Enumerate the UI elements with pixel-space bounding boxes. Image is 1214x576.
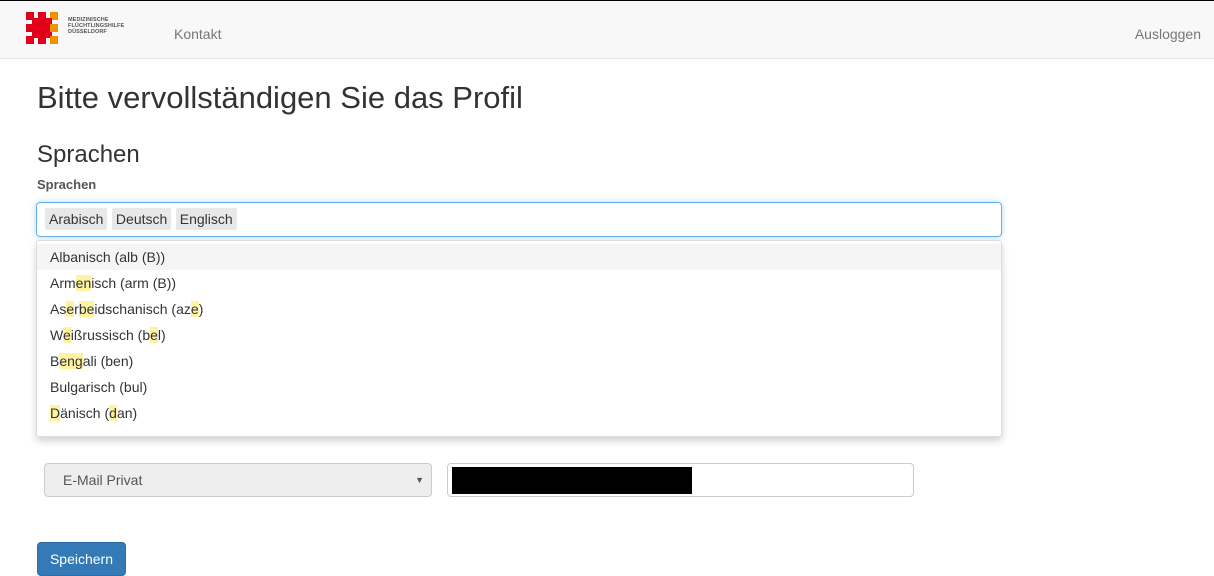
language-option[interactable]: Weißrussisch (bel) (37, 322, 1001, 348)
page-title: Bitte vervollständigen Sie das Profil (37, 80, 523, 115)
logout-link[interactable]: Ausloggen (1135, 26, 1201, 42)
match-highlight: e (190, 301, 199, 317)
match-highlight: e (62, 327, 71, 343)
nav-link-kontakt[interactable]: Kontakt (174, 26, 221, 42)
option-text: änisch ( (60, 405, 110, 421)
match-highlight: be (78, 301, 95, 317)
option-text: As (50, 301, 67, 317)
language-option[interactable]: Aserbeidschanisch (aze) (37, 296, 1001, 322)
save-button[interactable]: Speichern (37, 542, 126, 576)
option-text: isch (arm (B)) (91, 275, 177, 291)
organization-logo[interactable]: MEDIZINISCHE FLÜCHTLINGSHILFE DÜSSELDORF (26, 12, 136, 44)
language-option[interactable]: Albanisch (alb (B)) (37, 244, 1001, 270)
cross-logo-icon (26, 12, 58, 44)
option-text: ) (198, 301, 204, 317)
languages-field-label: Sprachen (37, 177, 97, 192)
language-tag[interactable]: Deutsch (111, 208, 172, 230)
language-option[interactable]: Dänisch (dan) (37, 400, 1001, 426)
logo-line: DÜSSELDORF (68, 29, 107, 35)
language-option[interactable]: Bengali (ben) (37, 348, 1001, 374)
section-title-sprachen: Sprachen (37, 141, 140, 168)
contact-value-input[interactable] (447, 463, 914, 497)
contact-type-select[interactable]: E-Mail Privat ▼ (44, 463, 432, 497)
option-text: W (50, 327, 63, 343)
option-text: ißrussisch (b (70, 327, 151, 343)
option-text: Albanisch (alb (B)) (50, 249, 166, 265)
chevron-down-icon: ▼ (415, 475, 424, 485)
languages-tag-input[interactable]: Arabisch Deutsch Englisch (36, 202, 1002, 237)
option-text: an) (116, 405, 138, 421)
language-tag[interactable]: Arabisch (45, 208, 108, 230)
navbar: MEDIZINISCHE FLÜCHTLINGSHILFE DÜSSELDORF… (0, 0, 1214, 59)
option-text: Arm (50, 275, 76, 291)
language-option[interactable]: Bulgarisch (bul) (37, 374, 1001, 400)
match-highlight: D (50, 405, 61, 421)
option-text: ali (ben) (82, 353, 134, 369)
option-text: l) (157, 327, 166, 343)
option-text: B (50, 353, 60, 369)
match-highlight: d (109, 405, 117, 421)
match-highlight: en (75, 275, 92, 291)
languages-dropdown: Albanisch (alb (B)) Armenisch (arm (B)) As… (36, 240, 1002, 437)
language-tag[interactable]: Englisch (175, 208, 237, 230)
match-highlight: e (66, 301, 75, 317)
contact-type-value: E-Mail Privat (63, 472, 143, 488)
language-option[interactable]: Armenisch (arm (B)) (37, 270, 1001, 296)
option-text: idschanisch (az (94, 301, 191, 317)
match-highlight: e (150, 327, 158, 343)
option-text: Bulgarisch (bul) (50, 379, 148, 395)
match-highlight: eng (59, 353, 83, 369)
logo-text: MEDIZINISCHE FLÜCHTLINGSHILFE DÜSSELDORF (68, 17, 124, 35)
redacted-value (452, 467, 692, 494)
